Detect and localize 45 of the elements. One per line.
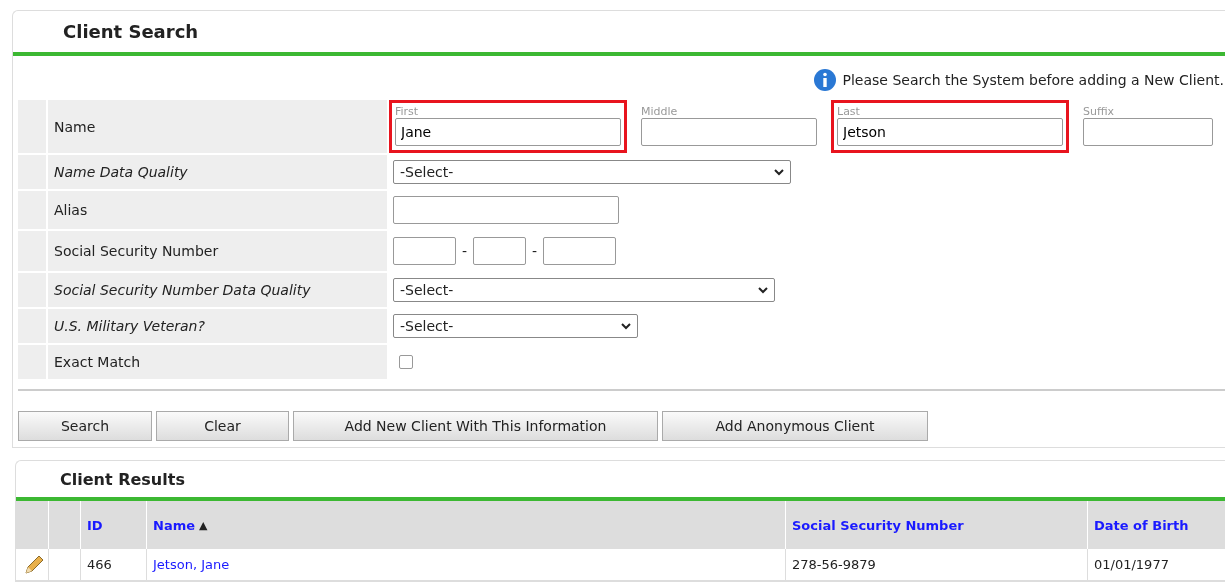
caret-icon xyxy=(774,168,784,176)
action-button[interactable]: Add New Client With This Information xyxy=(293,411,658,441)
ssn-input[interactable] xyxy=(393,237,456,265)
checkbox[interactable] xyxy=(399,355,413,369)
column-header[interactable]: ID xyxy=(87,517,103,533)
column-header[interactable]: Social Security Number xyxy=(792,517,964,533)
column-header[interactable]: Name xyxy=(153,517,195,533)
name-input[interactable]: Jetson xyxy=(837,118,1063,146)
panel-title: Client Search xyxy=(63,21,199,42)
action-button[interactable]: Search xyxy=(18,411,152,441)
field-label: Alias xyxy=(54,202,88,218)
separator: - xyxy=(532,243,538,259)
client-name-link[interactable]: Jetson, Jane xyxy=(153,557,230,572)
info-icon xyxy=(812,68,837,92)
field-label: First xyxy=(395,105,420,118)
table-cell: 01/01/1977 xyxy=(1094,557,1169,572)
action-button[interactable]: Clear xyxy=(156,411,289,441)
table-cell: 466 xyxy=(87,557,112,572)
name-input[interactable] xyxy=(1083,118,1213,146)
name-input[interactable] xyxy=(641,118,817,146)
field-label: Exact Match xyxy=(54,354,141,370)
field-label: Last xyxy=(837,105,861,118)
field-label: Name xyxy=(54,118,96,135)
field-label: Suffix xyxy=(1083,105,1116,118)
notice-text: Please Search the System before adding a New Client. xyxy=(842,72,1224,88)
name-input[interactable]: Jane xyxy=(395,118,621,146)
ssn-input[interactable] xyxy=(543,237,617,265)
select-dropdown[interactable]: -Select- xyxy=(393,160,791,184)
alias-input[interactable] xyxy=(393,196,619,224)
caret-icon xyxy=(758,286,768,294)
field-label: Social Security Number Data Quality xyxy=(54,282,311,298)
separator: - xyxy=(462,243,468,259)
select-dropdown[interactable]: -Select- xyxy=(393,314,638,338)
field-label: Social Security Number xyxy=(54,243,219,259)
caret-icon xyxy=(621,322,631,330)
field-label: Name Data Quality xyxy=(54,164,188,180)
column-header[interactable]: Date of Birth xyxy=(1094,517,1189,533)
field-label: U.S. Military Veteran? xyxy=(54,318,205,334)
select-dropdown[interactable]: -Select- xyxy=(393,278,775,302)
sort-arrow: ▲ xyxy=(199,518,208,532)
field-label: Middle xyxy=(641,105,679,118)
table-cell: 278-56-9879 xyxy=(792,557,876,572)
ssn-input[interactable] xyxy=(473,237,527,265)
action-button[interactable]: Add Anonymous Client xyxy=(662,411,928,441)
panel-title: Client Results xyxy=(60,470,185,489)
